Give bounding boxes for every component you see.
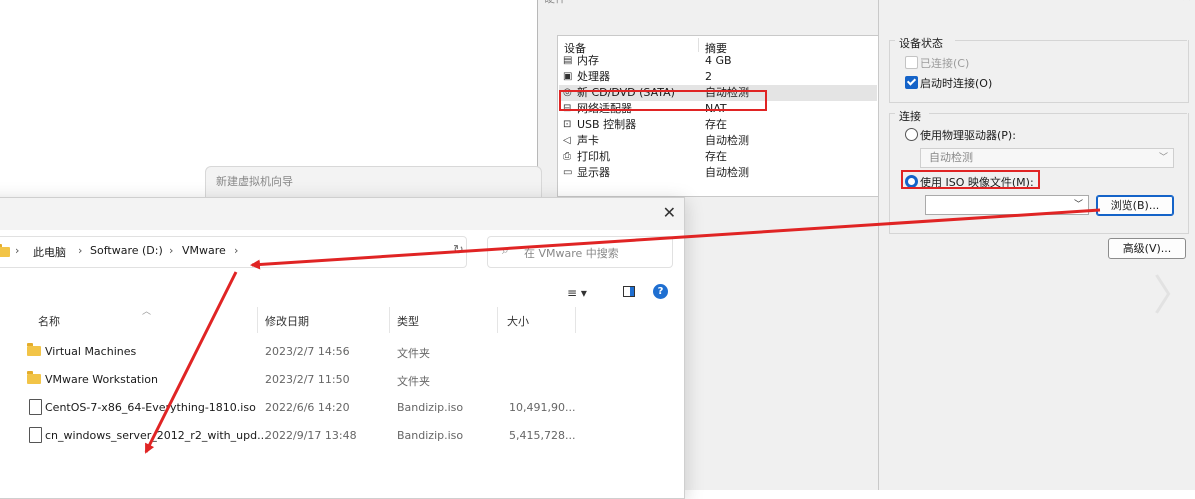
arrow-folder-to-iso [144,271,238,454]
annotation-arrows [144,208,1101,454]
arrow-browse-to-folder [250,208,1101,270]
